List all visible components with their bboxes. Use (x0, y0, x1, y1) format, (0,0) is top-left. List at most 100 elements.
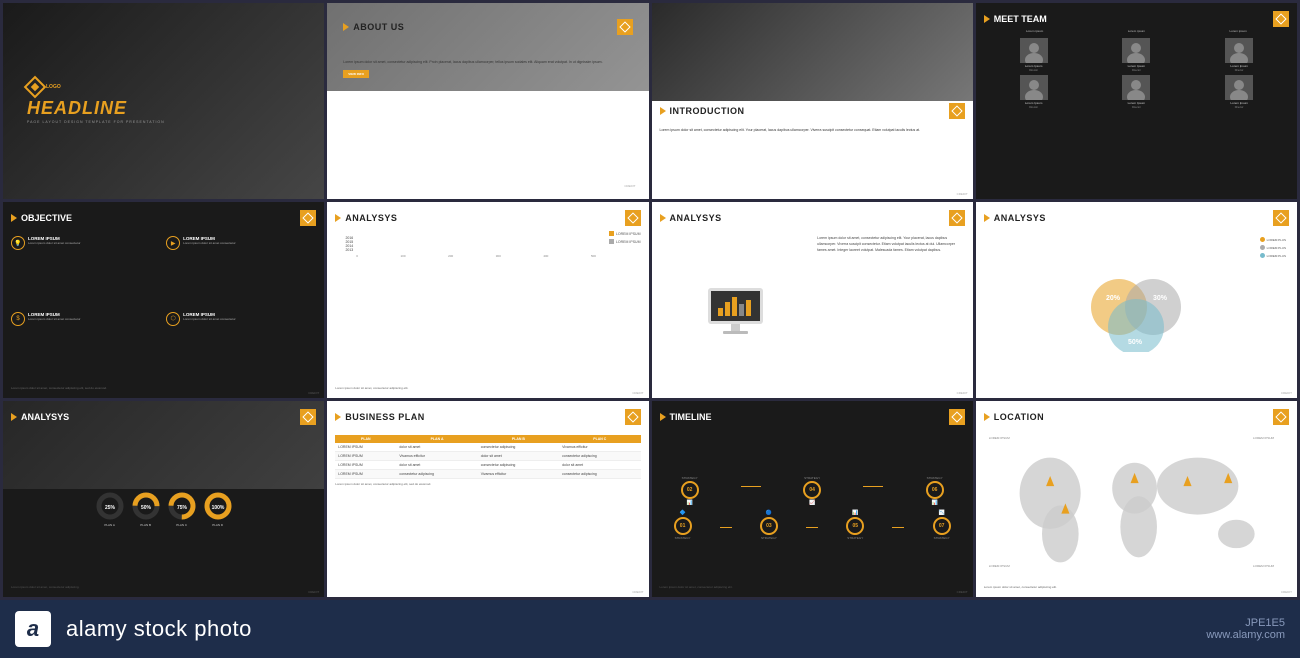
analysys-monitor-credit: CREDIT (957, 391, 968, 395)
svg-text:50%: 50% (1128, 339, 1143, 346)
about-us-credit: CREDIT (624, 184, 635, 188)
timeline-footer: Lorem ipsum dolor sit amet, consectetur … (660, 585, 965, 589)
map-label-1: LOREM IPSUM (989, 436, 1010, 440)
main-content: LOGO HEADLINE PAGE LAYOUT DESIGN TEMPLAT… (0, 0, 1300, 600)
meet-team-title: MEET TEAM (994, 14, 1047, 24)
about-us-title: ABOUT US (353, 22, 404, 32)
bp-col-a: PLAN A (396, 435, 477, 443)
location-title: LOCATION (994, 412, 1044, 422)
footer-bar: a alamy stock photo JPE1E5 www.alamy.com (0, 600, 1300, 658)
headline-title: HEADLINE (27, 99, 300, 117)
objective-item-4: ⬡ LOREM IPSUM Lorem ipsum dolor sit amet… (166, 312, 316, 383)
bp-row-2: LOREM IPSUM Vivamus efficitur dolor sit … (335, 452, 640, 461)
timeline-node-05: 📊 05 STRATEGY (846, 510, 864, 540)
svg-text:30%: 30% (1153, 295, 1168, 302)
team-col-label-1: Lorem ipsum (1026, 29, 1043, 33)
venn-legend-2: LOREM PLUS (1260, 245, 1286, 250)
introduction-body: Lorem ipsum dolor sit amet, consectetur … (660, 128, 965, 134)
team-col-label-3: Lorem ipsum (1229, 29, 1246, 33)
monitor-svg (703, 286, 768, 341)
analysys-venn-title: ANALYSYS (994, 213, 1046, 223)
timeline-credit: CREDIT (957, 590, 968, 594)
slide-about-us: ABOUT US Lorem ipsum dolor sit amet, con… (327, 3, 648, 199)
bp-col-c: PLAN C (559, 435, 640, 443)
map-label-2: LOREM IPSUM (1253, 436, 1274, 440)
team-member-6: Lorem Ipsum Director (1189, 75, 1289, 109)
about-us-body: Lorem ipsum dolor sit amet, consectetur … (343, 60, 632, 66)
slide-headline: LOGO HEADLINE PAGE LAYOUT DESIGN TEMPLAT… (3, 3, 324, 199)
bp-row-4: LOREM IPSUM consectetur adipiscing Vivam… (335, 470, 640, 479)
bar-row-2013: 2013 (335, 248, 596, 252)
analysys-donut-credit: CREDIT (308, 590, 319, 594)
slide-meet-team: MEET TEAM Lorem ipsum Lorem ipsum Lorem … (976, 3, 1297, 199)
svg-text:20%: 20% (1106, 295, 1121, 302)
analysys-venn-credit: CREDIT (1281, 391, 1292, 395)
map-label-3: LOREM IPSUM (989, 564, 1010, 568)
svg-text:25%: 25% (105, 505, 116, 511)
alamy-logo-icon: a (15, 611, 51, 647)
slide-analysys-monitor: ANALYSYS (652, 202, 973, 398)
venn-diagram: 20% 30% 50% (1081, 272, 1191, 352)
slide-objective: OBJECTIVE 💡 LOREM IPSUM Lorem ipsum dolo… (3, 202, 324, 398)
team-member-5: Lorem Ipsum Director (1087, 75, 1187, 109)
slide-introduction: INTRODUCTION Lorem ipsum dolor sit amet,… (652, 3, 973, 199)
business-plan-table: PLAN PLAN A PLAN B PLAN C LOREM IPSUM do… (335, 435, 640, 479)
world-map-svg (984, 434, 1289, 583)
footer-code: JPE1E5 (1245, 617, 1285, 629)
donut-plan-d: 100% PLAN D (203, 491, 233, 527)
timeline-node-01: 🔷 01 STRATEGY (674, 510, 692, 540)
timeline-node-04: STRATEGY 04 📈 (803, 476, 821, 506)
analysys-bar-credit: CREDIT (632, 391, 643, 395)
bp-col-plan: PLAN (335, 435, 396, 443)
footer-url: www.alamy.com (1206, 629, 1285, 641)
objective-title: OBJECTIVE (21, 213, 72, 223)
analysys-bar-title: ANALYSYS (345, 213, 397, 223)
svg-text:100%: 100% (211, 505, 224, 511)
analysys-donut-footer: Lorem ipsum dolor sit amet, consectetur … (11, 585, 316, 589)
slide-location: LOCATION (976, 401, 1297, 597)
introduction-credit: CREDIT (957, 192, 968, 196)
legend-item-1: LOREM IPSUM (609, 231, 641, 236)
slide-analysys-donut: ANALYSYS 25% PLAN A (3, 401, 324, 597)
donut-plan-b: 50% PLAN B (131, 491, 161, 527)
svg-text:75%: 75% (177, 505, 188, 511)
timeline-node-03: 🔵 03 STRATEGY (760, 510, 778, 540)
analysys-bar-footer: Lorem ipsum dolor sit amet, consectetur … (335, 386, 640, 390)
location-footer: Lorem ipsum dolor sit amet, consectetur … (984, 585, 1289, 589)
business-plan-credit: CREDIT (632, 590, 643, 594)
objective-credit: CREDIT (308, 391, 319, 395)
donut-plan-a: 25% PLAN A (95, 491, 125, 527)
team-member-2: Lorem Ipsum Director (1087, 38, 1187, 72)
bp-col-b: PLAN B (478, 435, 559, 443)
svg-text:50%: 50% (141, 505, 152, 511)
timeline-node-07: 📉 07 STRATEGY (933, 510, 951, 540)
analysys-donut-title: ANALYSYS (21, 412, 69, 422)
slide-analysys-bar: ANALYSYS 2016 2015 (327, 202, 648, 398)
team-member-3: Lorem Ipsum Director (1189, 38, 1289, 72)
timeline-node-02: STRATEGY 02 📊 (681, 476, 699, 506)
view-info-button[interactable]: VIEW INFO (343, 70, 369, 78)
analysys-monitor-body: Lorem ipsum dolor sit amet, consectetur … (817, 236, 965, 390)
slide-timeline: TIMELINE STRATEGY 02 📊 STRATEGY 04 📈 (652, 401, 973, 597)
footer-metadata: JPE1E5 www.alamy.com (1206, 617, 1285, 641)
team-col-label-2: Lorem ipsum (1128, 29, 1145, 33)
donut-plan-c: 75% PLAN C (167, 491, 197, 527)
map-label-4: LOREM IPSUM (1253, 564, 1274, 568)
location-credit: CREDIT (1281, 590, 1292, 594)
objective-item-2: ▶ LOREM IPSUM Lorem ipsum dolor sit amet… (166, 236, 316, 307)
slide-analysys-venn: ANALYSYS 20% 30% 50% LOREM PLUS LOR (976, 202, 1297, 398)
bp-row-1: LOREM IPSUM dolor sit amet consectetur a… (335, 443, 640, 452)
venn-legend-3: LOREM PLUS (1260, 253, 1286, 258)
bp-row-3: LOREM IPSUM dolor sit amet consectetur a… (335, 461, 640, 470)
slide-business-plan: BUSINESS PLAN PLAN PLAN A PLAN B PLAN C … (327, 401, 648, 597)
business-plan-footer: Lorem ipsum dolor sit amet, consectetur … (335, 482, 640, 486)
introduction-title: INTRODUCTION (670, 106, 745, 116)
team-member-4: Lorem Ipsum Director (984, 75, 1084, 109)
timeline-node-06: STRATEGY 06 📊 (926, 476, 944, 506)
business-plan-title: BUSINESS PLAN (345, 412, 425, 422)
objective-footer: Lorem ipsum dolor sit amet, consectetur … (11, 386, 316, 390)
footer-brand: alamy stock photo (66, 616, 252, 642)
headline-subtitle: PAGE LAYOUT DESIGN TEMPLATE FOR PRESENTA… (27, 120, 300, 124)
timeline-title: TIMELINE (670, 412, 712, 422)
legend-item-2: LOREM IPSUM (609, 239, 641, 244)
